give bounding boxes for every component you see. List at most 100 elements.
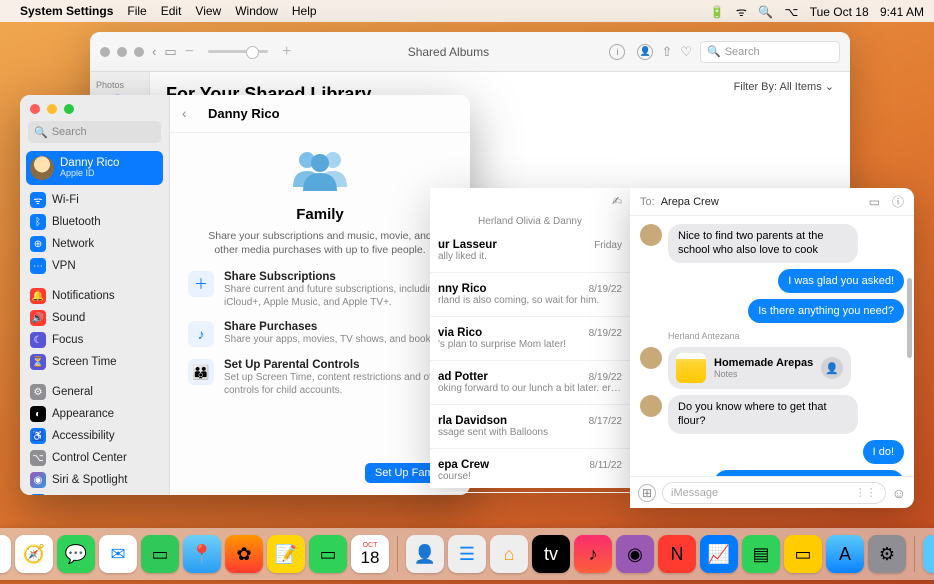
conversation-row[interactable]: ad Potter8/19/22oking forward to our lun… xyxy=(430,361,630,405)
avatar xyxy=(640,224,662,246)
photos-search[interactable]: 🔍 Search xyxy=(700,41,840,63)
to-label: To: xyxy=(640,196,655,208)
dock-news[interactable]: N xyxy=(658,535,696,573)
info-icon[interactable]: i xyxy=(609,44,625,60)
feature-title: Share Purchases xyxy=(224,321,438,333)
dock-settings[interactable]: ⚙ xyxy=(868,535,906,573)
menu-file[interactable]: File xyxy=(127,4,146,18)
search-icon: 🔍 xyxy=(707,45,721,58)
dock-stocks[interactable]: 📈 xyxy=(700,535,738,573)
dock-calendar[interactable]: OCT18 xyxy=(351,535,389,573)
conversation-row[interactable]: rla Davidson8/17/22ssage sent with Ballo… xyxy=(430,405,630,449)
menu-time[interactable]: 9:41 AM xyxy=(880,5,924,19)
attachment-card[interactable]: Homemade Arepas Notes 👤 xyxy=(668,347,851,389)
zoom-icon[interactable] xyxy=(64,104,74,114)
back-icon[interactable]: ‹ xyxy=(182,105,200,123)
message-input[interactable]: iMessage ⋮⋮ xyxy=(662,482,886,504)
video-icon[interactable]: ▭ xyxy=(869,195,880,209)
sidebar-item-network[interactable]: ⊕Network xyxy=(26,233,163,255)
control-center-icon: ⌥ xyxy=(30,450,46,466)
dock-home[interactable]: ⌂ xyxy=(490,535,528,573)
dock-safari[interactable]: 🧭 xyxy=(15,535,53,573)
sidebar-item-sound[interactable]: 🔊Sound xyxy=(26,307,163,329)
dock-maps[interactable]: 📍 xyxy=(183,535,221,573)
sidebar-item-bluetooth[interactable]: ᛒBluetooth xyxy=(26,211,163,233)
apps-icon[interactable]: ⊞ xyxy=(638,484,656,502)
dock-messages[interactable]: 💬 xyxy=(57,535,95,573)
sidebar-toggle-icon[interactable]: ▭ xyxy=(164,44,176,60)
wifi-icon[interactable]: ᯤ xyxy=(736,5,747,19)
app-menu[interactable]: System Settings xyxy=(20,4,113,18)
notifications-icon: 🔔 xyxy=(30,288,46,304)
share-icon[interactable]: ⇧ xyxy=(661,44,672,60)
sidebar-item-control-center[interactable]: ⌥Control Center xyxy=(26,447,163,469)
dock-appstore[interactable]: A xyxy=(826,535,864,573)
conversation-row[interactable]: ur LasseurFridayally liked it. xyxy=(430,229,630,273)
sidebar-item-screen-time[interactable]: ⏳Screen Time xyxy=(26,351,163,373)
menu-edit[interactable]: Edit xyxy=(161,4,182,18)
dock-mail[interactable]: ✉ xyxy=(99,535,137,573)
sidebar-item-privacy-security[interactable]: ✋Privacy & Security xyxy=(26,491,163,495)
dock-downloads[interactable]: ⬇ xyxy=(923,535,934,573)
settings-main: ‹ Danny Rico Family Share your subscript… xyxy=(170,95,470,495)
conversation-row[interactable]: nny Rico8/19/22rland is also coming, so … xyxy=(430,273,630,317)
privacy-security-icon: ✋ xyxy=(30,494,46,495)
profile-sub: Apple ID xyxy=(60,169,119,178)
menu-help[interactable]: Help xyxy=(292,4,317,18)
conversation-row[interactable]: epa Crew8/11/22course! xyxy=(430,449,630,493)
dock-numbers[interactable]: ▤ xyxy=(742,535,780,573)
sidebar-item-accessibility[interactable]: ♿Accessibility xyxy=(26,425,163,447)
dock-music[interactable]: ♪ xyxy=(574,535,612,573)
sidebar-item-general[interactable]: ⚙General xyxy=(26,381,163,403)
settings-search[interactable]: 🔍 Search xyxy=(28,121,161,143)
dock-reminders[interactable]: ☰ xyxy=(448,535,486,573)
sidebar-item-notifications[interactable]: 🔔Notifications xyxy=(26,285,163,307)
scrollbar[interactable] xyxy=(907,248,912,468)
battery-icon[interactable]: 🔋 xyxy=(710,5,725,19)
emoji-icon[interactable]: ☺ xyxy=(892,485,906,501)
dock-tv[interactable]: tv xyxy=(532,535,570,573)
avatar xyxy=(640,395,662,417)
messages-list: ✍︎ Herland Olivia & Danny ur LasseurFrid… xyxy=(430,188,630,488)
sidebar-item-label: Network xyxy=(52,238,94,250)
settings-window-controls[interactable] xyxy=(20,95,169,119)
dock-keynote[interactable]: ▭ xyxy=(784,535,822,573)
dock-launchpad[interactable]: ⊞ xyxy=(0,535,11,573)
menu-window[interactable]: Window xyxy=(235,4,278,18)
sidebar-item-wi-fi[interactable]: ᯤWi-Fi xyxy=(26,189,163,211)
dock-facetime[interactable]: ▭ xyxy=(141,535,179,573)
zoom-slider[interactable] xyxy=(208,50,268,53)
accessibility-icon: ♿ xyxy=(30,428,46,444)
menu-date[interactable]: Tue Oct 18 xyxy=(810,5,869,19)
dock-notes[interactable]: 📝 xyxy=(267,535,305,573)
compose-icon[interactable]: ✍︎ xyxy=(430,188,630,214)
sidebar-item-focus[interactable]: ☾Focus xyxy=(26,329,163,351)
close-icon[interactable] xyxy=(30,104,40,114)
dock-contacts[interactable]: 👤 xyxy=(406,535,444,573)
dock-podcasts[interactable]: ◉ xyxy=(616,535,654,573)
conversation-body[interactable]: Nice to find two parents at the school w… xyxy=(630,216,914,476)
people-icon[interactable]: 👤 xyxy=(637,44,653,60)
spotlight-icon[interactable]: 🔍 xyxy=(758,5,773,19)
settings-window: 🔍 Search Danny Rico Apple ID ᯤWi-FiᛒBlue… xyxy=(20,95,470,495)
sidebar-item-profile[interactable]: Danny Rico Apple ID xyxy=(26,151,163,185)
info-icon[interactable]: ⓘ xyxy=(892,193,904,210)
dock-photos[interactable]: ✿ xyxy=(225,535,263,573)
add-person-icon[interactable]: 👤 xyxy=(821,357,843,379)
back-icon[interactable]: ‹ xyxy=(152,44,156,59)
sidebar-item-siri-spotlight[interactable]: ◉Siri & Spotlight xyxy=(26,469,163,491)
conversation-row[interactable]: via Rico8/19/22's plan to surprise Mom l… xyxy=(430,317,630,361)
control-center-icon[interactable]: ⌥ xyxy=(785,5,799,19)
feature-sub: Share your apps, movies, TV shows, and b… xyxy=(224,333,438,346)
favorite-icon[interactable]: ♡ xyxy=(680,44,692,60)
dictation-icon[interactable]: ⋮⋮ xyxy=(855,486,877,499)
filter-control[interactable]: Filter By: All Items ⌄ xyxy=(734,80,834,93)
minimize-icon[interactable] xyxy=(47,104,57,114)
photos-window-controls[interactable] xyxy=(100,47,144,57)
sidebar-item-vpn[interactable]: ⋯VPN xyxy=(26,255,163,277)
sidebar-item-appearance[interactable]: ◐Appearance xyxy=(26,403,163,425)
focus-icon: ☾ xyxy=(30,332,46,348)
menu-view[interactable]: View xyxy=(195,4,221,18)
bluetooth-icon: ᛒ xyxy=(30,214,46,230)
dock-facetime2[interactable]: ▭ xyxy=(309,535,347,573)
